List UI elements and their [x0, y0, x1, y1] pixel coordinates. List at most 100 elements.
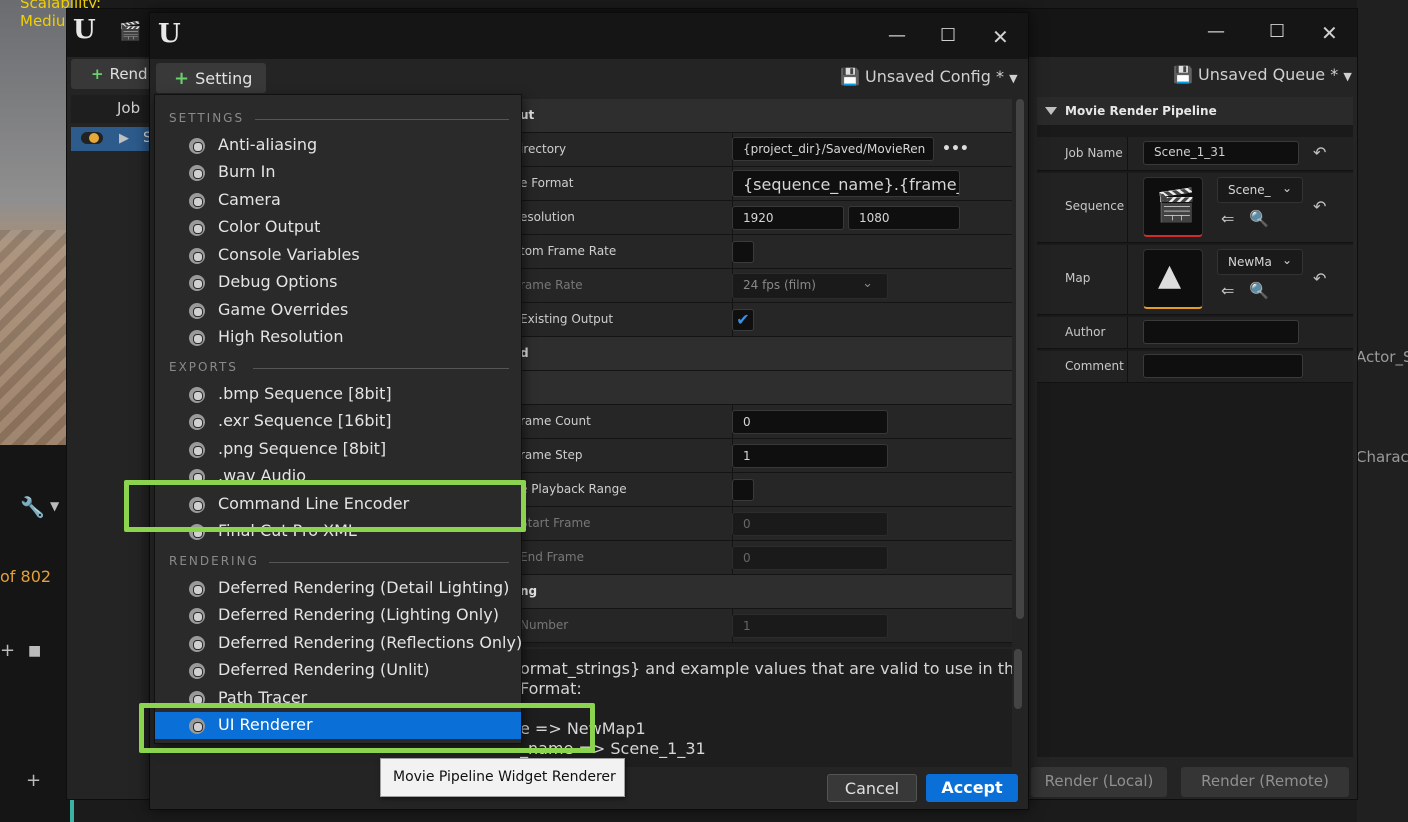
- setting-icon: [189, 138, 205, 154]
- menu-item-deferred-lighting-only[interactable]: Deferred Rendering (Lighting Only): [155, 602, 521, 629]
- wrench-icon[interactable]: 🔧: [20, 495, 45, 519]
- maximize-icon[interactable]: ☐: [1269, 21, 1285, 42]
- job-name-input[interactable]: Scene_1_31: [1143, 141, 1299, 165]
- outliner-item-character[interactable]: Charac: [1356, 448, 1408, 466]
- browse-icon[interactable]: 🔍: [1249, 281, 1269, 300]
- unreal-logo-icon: U: [73, 15, 96, 45]
- menu-item-deferred-detail-lighting[interactable]: Deferred Rendering (Detail Lighting): [155, 575, 521, 602]
- clapperboard-icon: 🎬: [1156, 186, 1196, 224]
- render-local-button[interactable]: Render (Local): [1031, 767, 1167, 797]
- menu-item-game-overrides[interactable]: Game Overrides: [155, 297, 521, 324]
- setting-icon: [189, 248, 205, 264]
- custom-frame-rate-row: tom Frame Rate: [520, 235, 1012, 269]
- section-advanced[interactable]: d: [520, 337, 1012, 371]
- job-column-header[interactable]: Job: [71, 95, 155, 123]
- level-viewport[interactable]: Scalability: Medium: [0, 0, 101, 445]
- menu-item-camera[interactable]: Camera: [155, 187, 521, 214]
- handle-frame-count-row: rame Count 0: [520, 405, 1012, 439]
- frame-counter: of 802: [0, 567, 52, 586]
- job-enabled-toggle[interactable]: [81, 132, 103, 144]
- menu-item-deferred-unlit[interactable]: Deferred Rendering (Unlit): [155, 657, 521, 684]
- expand-icon[interactable]: ▶: [119, 131, 129, 146]
- menu-item-bmp-sequence[interactable]: .bmp Sequence [8bit]: [155, 381, 521, 408]
- render-remote-button[interactable]: Render (Remote): [1181, 767, 1349, 797]
- setting-icon: [189, 414, 205, 430]
- close-icon[interactable]: ✕: [1321, 21, 1338, 45]
- add-track-icon[interactable]: +: [26, 770, 41, 791]
- maximize-icon[interactable]: ☐: [940, 25, 956, 46]
- start-frame-input[interactable]: 0: [732, 512, 888, 536]
- job-row[interactable]: ▶ S: [71, 127, 155, 151]
- use-selected-icon[interactable]: ⇐: [1221, 281, 1234, 300]
- custom-frame-rate-checkbox[interactable]: [732, 241, 754, 263]
- more-icon[interactable]: •••: [942, 141, 969, 157]
- minimize-icon[interactable]: —: [1207, 21, 1225, 42]
- details-scrollbar[interactable]: [1016, 99, 1024, 619]
- description-scrollbar[interactable]: [1014, 649, 1022, 709]
- setting-icon: [189, 636, 205, 652]
- override-existing-output-checkbox[interactable]: ✔: [732, 309, 754, 331]
- output-frame-step-row: rame Step 1: [520, 439, 1012, 473]
- handle-frame-count-input[interactable]: 0: [732, 410, 888, 434]
- reset-icon[interactable]: ↶: [1313, 269, 1326, 288]
- comment-input[interactable]: [1143, 354, 1303, 378]
- frame-rate-select[interactable]: 24 fps (film) ⌄: [732, 273, 888, 299]
- highlight-ui-renderer: [139, 703, 595, 753]
- chevron-down-icon: ⌄: [862, 276, 873, 291]
- menu-item-anti-aliasing[interactable]: Anti-aliasing: [155, 132, 521, 159]
- frame-step-input[interactable]: 1: [732, 444, 888, 468]
- setting-icon: [189, 387, 205, 403]
- outliner-background: [1357, 0, 1408, 822]
- add-setting-button[interactable]: + Setting: [156, 63, 266, 93]
- map-thumbnail[interactable]: ▲: [1143, 249, 1203, 309]
- cancel-button[interactable]: Cancel: [827, 774, 917, 802]
- landscape-icon: ▲: [1158, 258, 1182, 293]
- menu-item-burn-in[interactable]: Burn In: [155, 159, 521, 186]
- add-icon[interactable]: +: [0, 640, 15, 661]
- section-output[interactable]: ut: [520, 99, 1012, 133]
- setting-icon: [189, 330, 205, 346]
- menu-item-png-sequence[interactable]: .png Sequence [8bit]: [155, 436, 521, 463]
- comment-label: Comment: [1065, 359, 1124, 373]
- config-titlebar[interactable]: U — ☐ ✕: [150, 13, 1028, 59]
- tooltip: Movie Pipeline Widget Renderer: [380, 758, 625, 797]
- use-selected-icon[interactable]: ⇐: [1221, 209, 1234, 228]
- reset-icon[interactable]: ↶: [1313, 197, 1326, 216]
- version-number-input[interactable]: 1: [732, 614, 888, 638]
- job-name-row: Job Name Scene_1_31 ↶: [1037, 137, 1353, 171]
- menu-item-high-resolution[interactable]: High Resolution: [155, 324, 521, 351]
- clapperboard-icon: 🎬: [119, 21, 142, 42]
- menu-item-exr-sequence[interactable]: .exr Sequence [16bit]: [155, 408, 521, 435]
- menu-item-deferred-reflections-only[interactable]: Deferred Rendering (Reflections Only): [155, 630, 521, 657]
- sequence-thumbnail[interactable]: 🎬: [1143, 177, 1203, 237]
- map-row: Map ▲ NewMa ⌄ ⇐ 🔍 ↶: [1037, 245, 1353, 315]
- settings-details-grid: ut irectory {project_dir}/Saved/MovieRen…: [520, 99, 1012, 647]
- description-line: Format:: [520, 679, 582, 698]
- close-icon[interactable]: ✕: [992, 25, 1009, 49]
- menu-item-console-variables[interactable]: Console Variables: [155, 242, 521, 269]
- chevron-down-icon[interactable]: ▼: [50, 499, 59, 513]
- resolution-width-input[interactable]: 1920: [732, 206, 844, 230]
- sequence-combo[interactable]: Scene_ ⌄: [1217, 177, 1303, 203]
- accept-button[interactable]: Accept: [926, 774, 1018, 802]
- author-input[interactable]: [1143, 320, 1299, 344]
- file-name-format-input[interactable]: {sequence_name}.{frame_r: [732, 170, 960, 197]
- minimize-icon[interactable]: —: [888, 25, 906, 46]
- unsaved-config-dropdown[interactable]: 💾 Unsaved Config * ▼: [840, 67, 1018, 86]
- menu-item-debug-options[interactable]: Debug Options: [155, 269, 521, 296]
- unsaved-queue-dropdown[interactable]: 💾 Unsaved Queue * ▼: [1173, 65, 1352, 84]
- menu-item-color-output[interactable]: Color Output: [155, 214, 521, 241]
- outliner-item-actor[interactable]: Actor_S: [1356, 348, 1408, 366]
- reset-icon[interactable]: ↶: [1313, 143, 1326, 162]
- section-frames[interactable]: [520, 371, 1012, 405]
- map-combo[interactable]: NewMa ⌄: [1217, 249, 1303, 275]
- resolution-height-input[interactable]: 1080: [848, 206, 960, 230]
- render-add-button[interactable]: + Rend: [71, 59, 161, 89]
- custom-playback-range-checkbox[interactable]: [732, 479, 754, 501]
- details-section-header[interactable]: Movie Render Pipeline: [1037, 97, 1353, 125]
- browse-icon[interactable]: 🔍: [1249, 209, 1269, 228]
- end-frame-input[interactable]: 0: [732, 546, 888, 570]
- section-versioning[interactable]: ng: [520, 575, 1012, 609]
- output-directory-input[interactable]: {project_dir}/Saved/MovieRen: [732, 137, 934, 161]
- camera-icon[interactable]: ■: [28, 643, 41, 659]
